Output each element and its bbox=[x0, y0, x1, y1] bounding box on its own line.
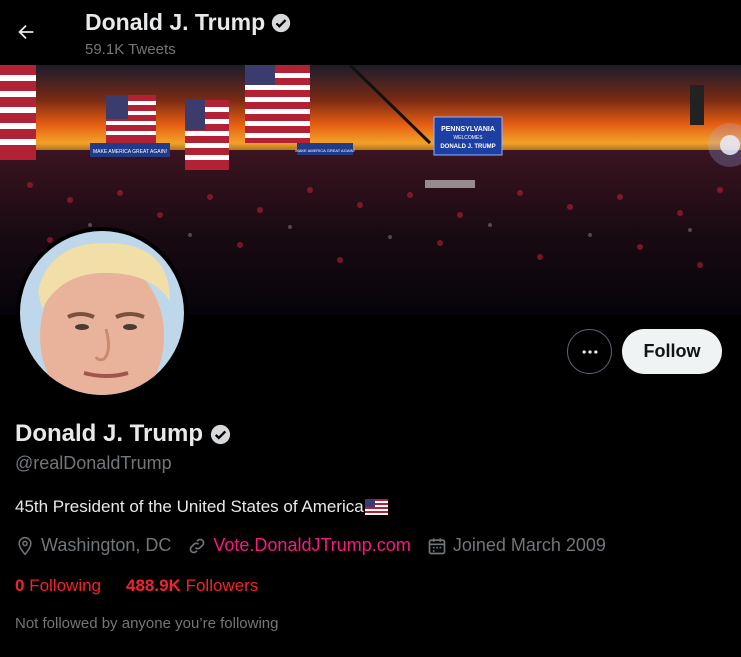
verified-badge-icon bbox=[272, 13, 291, 32]
profile-name: Donald J. Trump bbox=[15, 420, 232, 448]
joined-text: Joined March 2009 bbox=[452, 535, 606, 555]
profile-meta: Washington, DC Vote.DonaldJTrump.com Joi… bbox=[15, 535, 622, 556]
profile-stats: 0 Following 488.9K Followers bbox=[15, 576, 283, 596]
followers-count: 488.9K bbox=[126, 576, 181, 595]
joined-item: Joined March 2009 bbox=[427, 535, 606, 556]
more-options-button[interactable] bbox=[567, 329, 612, 374]
follow-button[interactable]: Follow bbox=[622, 329, 722, 374]
avatar-photo bbox=[20, 231, 184, 395]
profile-handle: @realDonaldTrump bbox=[15, 453, 172, 473]
bio-text: 45th President of the United States of A… bbox=[15, 497, 364, 516]
banner-screen-line-1: PENNSYLVANIA bbox=[441, 126, 495, 133]
top-bar: Donald J. Trump 59.1K Tweets bbox=[0, 0, 741, 65]
website-link[interactable]: Vote.DonaldJTrump.com bbox=[213, 535, 410, 556]
website-item: Vote.DonaldJTrump.com bbox=[187, 535, 411, 556]
location-pin-icon bbox=[18, 536, 32, 555]
header-title: Donald J. Trump bbox=[85, 9, 292, 36]
arrow-left-icon bbox=[18, 24, 34, 40]
followers-stat[interactable]: 488.9K Followers bbox=[126, 576, 258, 596]
link-icon bbox=[190, 538, 205, 553]
display-name-text: Donald J. Trump bbox=[15, 420, 204, 447]
banner-screen-line-3: DONALD J. TRUMP bbox=[440, 144, 495, 150]
more-horizontal-icon bbox=[582, 349, 597, 354]
tweet-count: 59.1K Tweets bbox=[85, 41, 176, 58]
verified-badge-icon bbox=[210, 424, 231, 444]
following-count: 0 bbox=[15, 576, 25, 595]
header-name: Donald J. Trump bbox=[85, 9, 266, 35]
profile-bio: 45th President of the United States of A… bbox=[15, 497, 388, 517]
flag-3 bbox=[245, 65, 310, 143]
profile-avatar[interactable] bbox=[16, 227, 188, 399]
us-flag-icon bbox=[364, 499, 388, 515]
location-text: Washington, DC bbox=[41, 535, 172, 555]
banner-sign-2: MAKE AMERICA GREAT AGAIN! bbox=[295, 148, 354, 153]
followers-label: Followers bbox=[185, 576, 259, 595]
banner-sign-1: MAKE AMERICA GREAT AGAIN! bbox=[93, 149, 167, 155]
calendar-icon bbox=[428, 538, 446, 554]
following-label: Following bbox=[29, 576, 102, 595]
mutual-followers-note: Not followed by anyone you’re following bbox=[15, 615, 279, 632]
following-stat[interactable]: 0 Following bbox=[15, 576, 101, 596]
banner-screen-line-2: WELCOMES bbox=[453, 135, 483, 141]
location-item: Washington, DC bbox=[15, 535, 171, 556]
flag-2 bbox=[185, 100, 229, 170]
back-button[interactable] bbox=[10, 16, 42, 48]
flag-1 bbox=[106, 95, 156, 145]
flag-left-edge bbox=[0, 65, 36, 160]
